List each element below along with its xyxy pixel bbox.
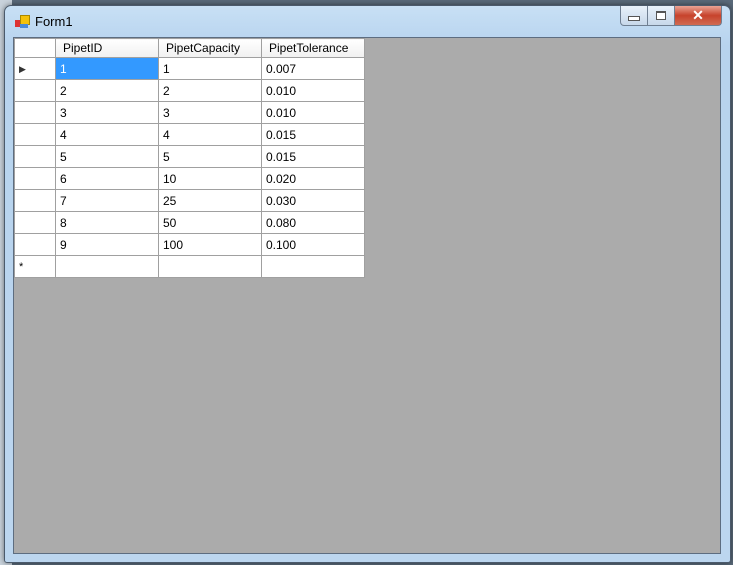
close-icon: ✕ (692, 7, 704, 23)
table-row[interactable]: 3 3 0.010 (14, 101, 365, 124)
new-row[interactable]: * (14, 255, 365, 278)
cell-pipetid[interactable]: 9 (55, 233, 159, 256)
minimize-button[interactable] (620, 6, 648, 26)
new-row-asterisk-icon: * (19, 260, 24, 273)
cell-pipettolerance[interactable]: 0.010 (261, 79, 365, 102)
row-header[interactable] (14, 167, 56, 190)
cell-pipetid[interactable]: 5 (55, 145, 159, 168)
cell-pipetcapacity[interactable]: 10 (158, 167, 262, 190)
cell-pipetid[interactable]: 1 (55, 57, 159, 80)
row-header[interactable] (14, 79, 56, 102)
cell-pipettolerance[interactable]: 0.015 (261, 145, 365, 168)
table-row[interactable]: 9 100 0.100 (14, 233, 365, 256)
cell-pipetcapacity[interactable]: 5 (158, 145, 262, 168)
cell-pipetcapacity[interactable]: 25 (158, 189, 262, 212)
cell-pipettolerance[interactable]: 0.100 (261, 233, 365, 256)
table-row[interactable]: 7 25 0.030 (14, 189, 365, 212)
row-header[interactable]: ▶ (14, 57, 56, 80)
row-header[interactable] (14, 233, 56, 256)
window-title: Form1 (35, 14, 73, 29)
column-header-pipetcapacity[interactable]: PipetCapacity (158, 38, 262, 58)
maximize-button[interactable] (648, 6, 675, 26)
row-header[interactable] (14, 123, 56, 146)
new-row-header[interactable]: * (14, 255, 56, 278)
close-button[interactable]: ✕ (675, 6, 722, 26)
data-grid-view[interactable]: PipetID PipetCapacity PipetTolerance ▶ 1 1… (14, 38, 365, 278)
top-left-header-cell[interactable] (14, 38, 56, 58)
cell-pipettolerance[interactable]: 0.030 (261, 189, 365, 212)
new-cell-pipetcapacity[interactable] (158, 255, 262, 278)
maximize-icon (656, 11, 666, 20)
new-cell-pipetid[interactable] (55, 255, 159, 278)
cell-pipettolerance[interactable]: 0.015 (261, 123, 365, 146)
cell-pipetcapacity[interactable]: 4 (158, 123, 262, 146)
cell-pipettolerance[interactable]: 0.080 (261, 211, 365, 234)
cell-pipetid[interactable]: 2 (55, 79, 159, 102)
new-cell-pipettolerance[interactable] (261, 255, 365, 278)
cell-pipettolerance[interactable]: 0.007 (261, 57, 365, 80)
table-row[interactable]: 8 50 0.080 (14, 211, 365, 234)
app-icon (15, 15, 30, 29)
cell-pipetcapacity[interactable]: 2 (158, 79, 262, 102)
cell-pipetid[interactable]: 7 (55, 189, 159, 212)
table-row[interactable]: 2 2 0.010 (14, 79, 365, 102)
minimize-icon (628, 15, 640, 21)
form1-window: Form1 ✕ PipetID PipetCapacity PipetToler… (4, 5, 731, 563)
current-row-arrow-icon: ▶ (19, 63, 26, 74)
column-header-pipettolerance[interactable]: PipetTolerance (261, 38, 365, 58)
cell-pipettolerance[interactable]: 0.010 (261, 101, 365, 124)
table-row[interactable]: 4 4 0.015 (14, 123, 365, 146)
client-area: PipetID PipetCapacity PipetTolerance ▶ 1 1… (13, 37, 721, 554)
cell-pipetcapacity[interactable]: 1 (158, 57, 262, 80)
row-header[interactable] (14, 101, 56, 124)
column-header-pipetid[interactable]: PipetID (55, 38, 159, 58)
table-row[interactable]: ▶ 1 1 0.007 (14, 57, 365, 80)
cell-pipetcapacity[interactable]: 50 (158, 211, 262, 234)
cell-pipetid[interactable]: 8 (55, 211, 159, 234)
table-row[interactable]: 6 10 0.020 (14, 167, 365, 190)
row-header[interactable] (14, 211, 56, 234)
cell-pipetid[interactable]: 4 (55, 123, 159, 146)
row-header[interactable] (14, 145, 56, 168)
cell-pipetcapacity[interactable]: 3 (158, 101, 262, 124)
cell-pipetcapacity[interactable]: 100 (158, 233, 262, 256)
cell-pipetid[interactable]: 3 (55, 101, 159, 124)
cell-pipettolerance[interactable]: 0.020 (261, 167, 365, 190)
row-header[interactable] (14, 189, 56, 212)
table-row[interactable]: 5 5 0.015 (14, 145, 365, 168)
cell-pipetid[interactable]: 6 (55, 167, 159, 190)
